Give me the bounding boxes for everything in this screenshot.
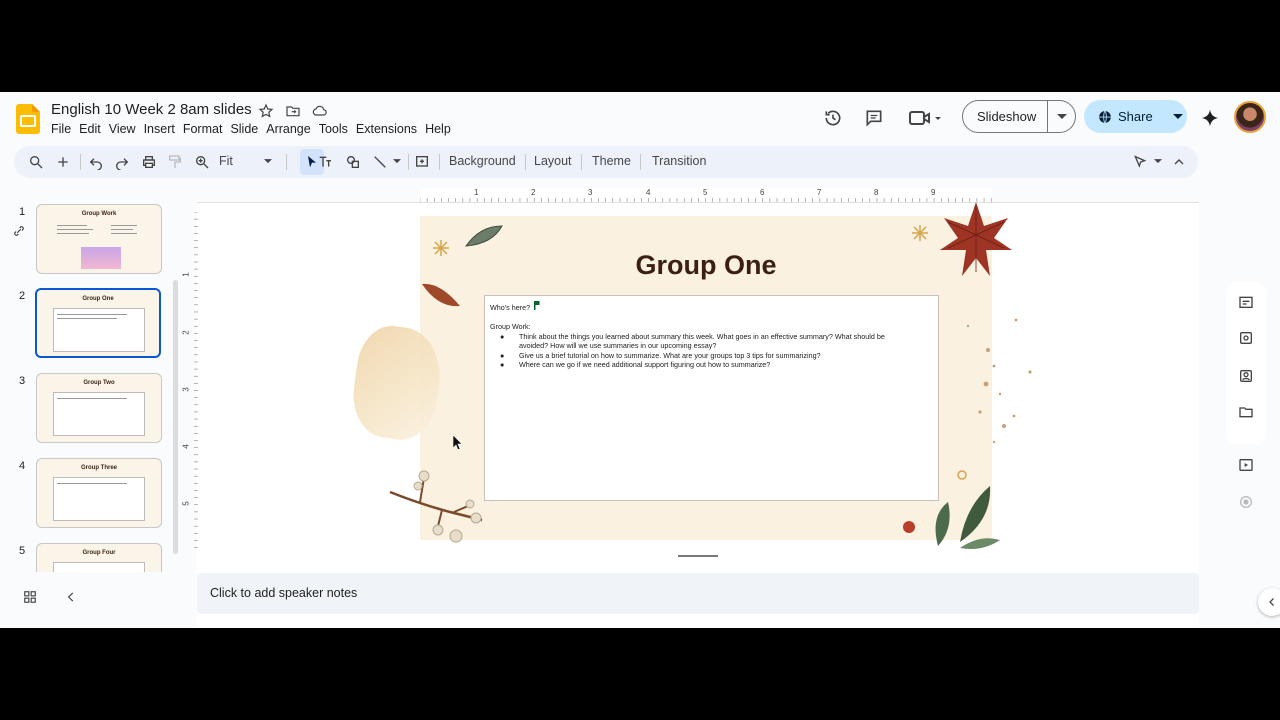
toolbar: Fit Background Layout Theme Transition xyxy=(14,146,1198,178)
bullet-icon: ● xyxy=(500,360,505,369)
thumb-title: Group One xyxy=(82,296,114,302)
chevron-down-icon[interactable] xyxy=(1048,113,1075,120)
paint-format-icon[interactable] xyxy=(167,154,183,170)
comments-icon[interactable] xyxy=(864,108,884,128)
slide-number: 4 xyxy=(19,460,26,472)
thumb-title: Group Four xyxy=(82,550,116,556)
print-icon[interactable] xyxy=(141,154,157,170)
notes-resize-handle[interactable] xyxy=(678,555,718,557)
slide-bullet: Think about the things you learned about… xyxy=(519,332,885,341)
link-icon xyxy=(14,226,24,236)
background-button[interactable]: Background xyxy=(449,154,516,168)
thumb-title: Group Three xyxy=(80,465,117,471)
globe-icon xyxy=(1099,110,1111,123)
record-icon[interactable] xyxy=(1238,494,1254,510)
slide-text-box[interactable] xyxy=(484,295,939,501)
insert-comment-icon[interactable] xyxy=(414,154,430,170)
slide-number: 1 xyxy=(19,206,26,218)
cloud-saved-icon[interactable] xyxy=(312,103,328,119)
grid-view-icon[interactable] xyxy=(23,590,37,604)
chevron-down-icon[interactable] xyxy=(264,159,272,164)
slide-text-line: Group Work: xyxy=(490,322,531,331)
slideshow-label: Slideshow xyxy=(977,109,1037,124)
slide-number: 5 xyxy=(19,545,26,557)
line-icon[interactable] xyxy=(372,154,388,170)
star-icon[interactable] xyxy=(258,103,274,119)
slide-thumbnail-4[interactable]: Group Three xyxy=(36,458,162,528)
menu-insert[interactable]: Insert xyxy=(144,122,182,136)
present-icon[interactable] xyxy=(1238,457,1254,473)
thumb-title: Group Two xyxy=(83,380,115,386)
zoom-select[interactable]: Fit xyxy=(219,154,233,168)
show-side-panel-button[interactable] xyxy=(1258,588,1280,616)
move-folder-icon[interactable] xyxy=(285,103,301,119)
meet-icon[interactable] xyxy=(908,108,942,128)
avatar[interactable] xyxy=(1234,101,1266,133)
collapse-filmstrip-icon[interactable] xyxy=(64,590,78,604)
zoom-icon[interactable] xyxy=(194,154,210,170)
bullet-icon: ● xyxy=(500,332,505,341)
slide-filmstrip: 1 Group Work 2 Group One 3 Group Two 4 G… xyxy=(0,192,185,572)
slideshow-button[interactable]: Slideshow xyxy=(962,100,1076,133)
menu-arrange[interactable]: Arrange xyxy=(266,122,317,136)
text-box-icon[interactable] xyxy=(317,154,333,170)
slide-bullet: Give us a brief tutorial on how to summa… xyxy=(519,351,821,360)
folder-icon[interactable] xyxy=(1238,404,1254,420)
slide-text-line: Who's here? xyxy=(490,303,531,312)
slide-thumbnail-3[interactable]: Group Two xyxy=(36,373,162,443)
share-button[interactable]: Share xyxy=(1084,100,1187,133)
speaker-notes-placeholder: Click to add speaker notes xyxy=(210,586,358,600)
chevron-down-icon[interactable] xyxy=(393,159,401,164)
slide-thumbnail-2[interactable]: Group One xyxy=(35,288,161,358)
menu-file[interactable]: File xyxy=(51,122,78,136)
menu-view[interactable]: View xyxy=(109,122,143,136)
chevron-up-icon[interactable] xyxy=(1171,154,1187,170)
menu-tools[interactable]: Tools xyxy=(319,122,355,136)
mouse-pointer-icon xyxy=(453,435,463,449)
chevron-down-icon[interactable] xyxy=(1154,159,1162,164)
document-title[interactable]: English 10 Week 2 8am slides xyxy=(51,101,252,118)
undo-icon[interactable] xyxy=(88,154,104,170)
slide-bullet: Where can we go if we need additional su… xyxy=(519,360,771,369)
menu-format[interactable]: Format xyxy=(183,122,230,136)
menu-slide[interactable]: Slide xyxy=(230,122,265,136)
menu-edit[interactable]: Edit xyxy=(79,122,108,136)
menu-extensions[interactable]: Extensions xyxy=(356,122,424,136)
slide-number: 3 xyxy=(19,375,26,387)
gemini-icon[interactable] xyxy=(1200,108,1220,128)
menu-help[interactable]: Help xyxy=(425,122,458,136)
search-menus-icon[interactable] xyxy=(28,154,44,170)
theme-button[interactable]: Theme xyxy=(592,154,631,168)
slides-app: English 10 Week 2 8am slides File Edit V… xyxy=(0,92,1280,628)
slide-bullet: avoided? How will we use summaries in ou… xyxy=(519,341,717,350)
slides-logo-icon[interactable] xyxy=(16,104,40,134)
new-slide-icon[interactable] xyxy=(55,154,71,170)
version-history-icon[interactable] xyxy=(823,108,843,128)
chevron-left-icon xyxy=(1269,598,1274,606)
chevron-down-icon[interactable] xyxy=(1172,113,1183,120)
redo-icon[interactable] xyxy=(114,154,130,170)
shape-icon[interactable] xyxy=(345,154,361,170)
transition-button[interactable]: Transition xyxy=(652,154,706,168)
flag-cursor-icon xyxy=(534,301,540,310)
speaker-notes[interactable]: Click to add speaker notes xyxy=(197,573,1199,614)
layout-button[interactable]: Layout xyxy=(534,154,572,168)
slide-thumbnail-1[interactable]: Group Work xyxy=(36,204,162,274)
pen-mode-icon[interactable] xyxy=(1132,154,1148,170)
contacts-icon[interactable] xyxy=(1238,368,1254,384)
bullet-icon: ● xyxy=(500,351,505,360)
thumb-title: Group Work xyxy=(81,211,117,217)
slide-number: 2 xyxy=(19,290,26,302)
menu-bar: File Edit View Insert Format Slide Arran… xyxy=(51,122,459,136)
calendar-icon[interactable] xyxy=(1238,294,1254,310)
keep-icon[interactable] xyxy=(1238,330,1254,346)
share-label: Share xyxy=(1118,109,1153,124)
slide-thumbnail-5[interactable]: Group Four xyxy=(36,543,162,572)
filmstrip-scrollbar[interactable] xyxy=(173,280,178,554)
